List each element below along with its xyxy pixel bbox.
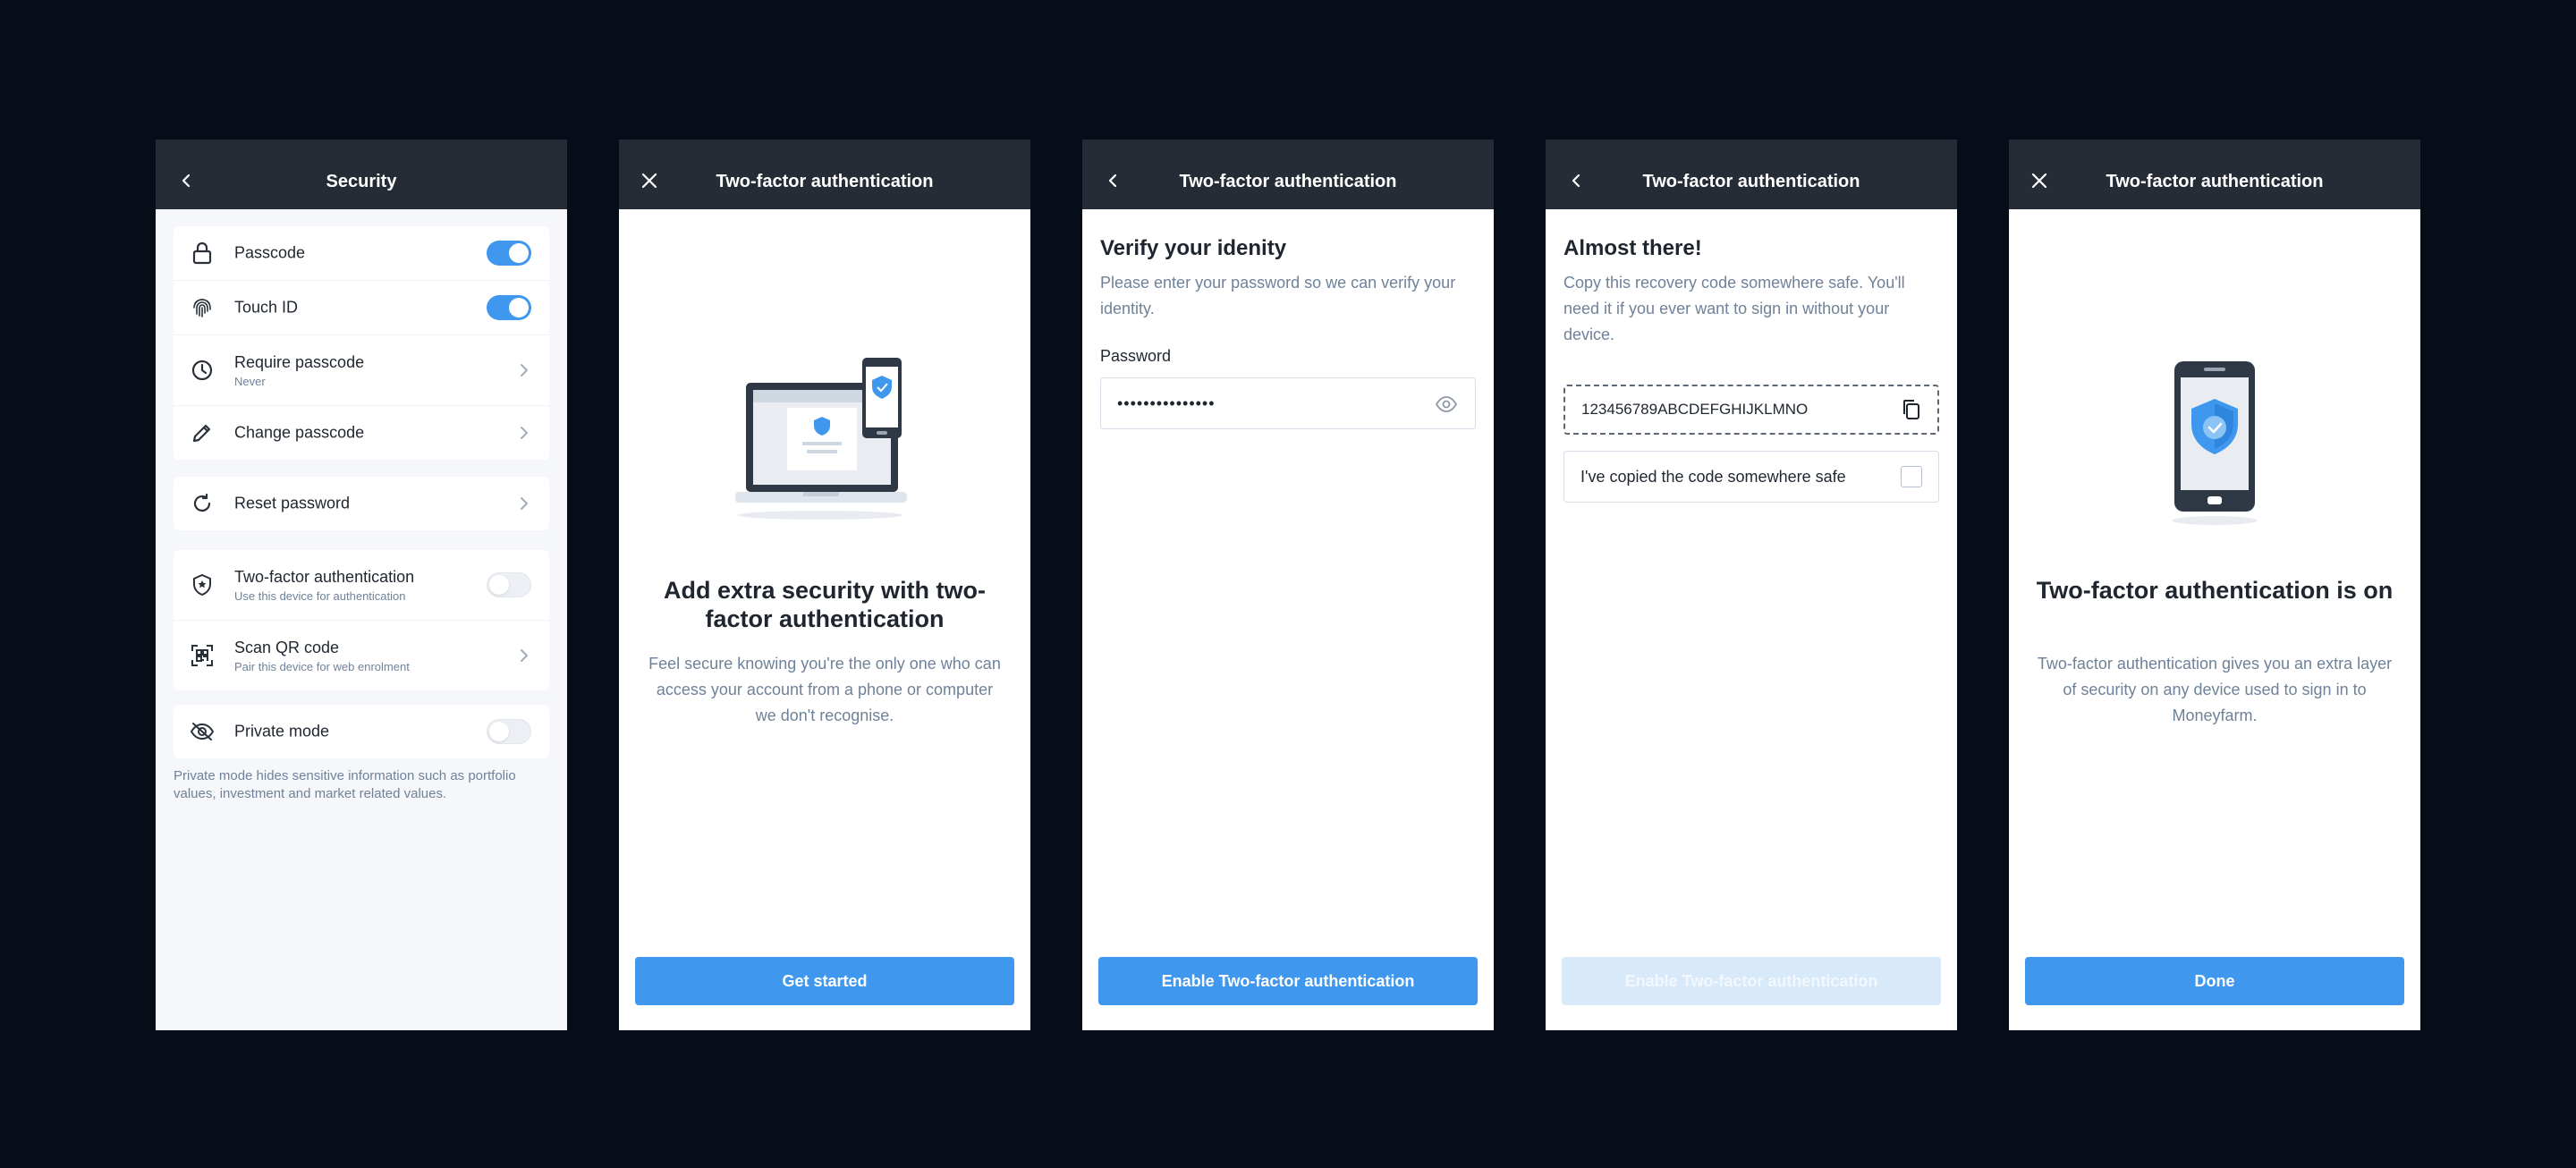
security-card-private: Private mode xyxy=(174,705,549,758)
two-factor-toggle[interactable] xyxy=(487,572,531,597)
success-heading: Two-factor authentication is on xyxy=(2036,577,2394,604)
page-title: Two-factor authentication xyxy=(716,172,934,191)
row-scan-qr[interactable]: Scan QR code Pair this device for web en… xyxy=(174,621,549,690)
row-sublabel: Pair this device for web enrolment xyxy=(234,660,410,673)
header: Two-factor authentication xyxy=(2009,140,2420,209)
page-title: Two-factor authentication xyxy=(1179,172,1397,191)
row-label: Reset password xyxy=(234,494,351,512)
row-require-passcode[interactable]: Require passcode Never xyxy=(174,335,549,406)
get-started-button[interactable]: Get started xyxy=(635,957,1014,1005)
enable-two-factor-button-disabled[interactable]: Enable Two-factor authentication xyxy=(1562,957,1941,1005)
intro-heading: Add extra security with two-factor authe… xyxy=(663,577,987,632)
row-passcode[interactable]: Passcode xyxy=(174,226,549,281)
clock-icon xyxy=(190,358,215,383)
header: Two-factor authentication xyxy=(1082,140,1494,209)
refresh-icon xyxy=(190,491,215,516)
row-two-factor[interactable]: Two-factor authentication Use this devic… xyxy=(174,550,549,621)
row-reset-password[interactable]: Reset password xyxy=(174,477,549,530)
intro-description: Feel secure knowing you're the only one … xyxy=(648,655,1001,724)
touch-id-toggle[interactable] xyxy=(487,295,531,320)
row-label: Passcode xyxy=(234,243,306,262)
qr-scan-icon xyxy=(190,643,215,668)
verify-identity-screen: Two-factor authentication Verify your id… xyxy=(1082,140,1494,1030)
copied-checkbox[interactable] xyxy=(1901,466,1922,487)
row-private-mode[interactable]: Private mode xyxy=(174,705,549,758)
verify-heading: Verify your idenity xyxy=(1100,236,1287,260)
row-label: Touch ID xyxy=(234,298,299,317)
recovery-code: 123456789ABCDEFGHIJKLMNO xyxy=(1581,401,1809,418)
chevron-right-icon xyxy=(521,364,528,377)
two-factor-on-screen: Two-factor authentication Two-factor aut… xyxy=(2009,140,2420,1030)
password-label: Password xyxy=(1100,347,1172,365)
page-title: Two-factor authentication xyxy=(1642,172,1860,191)
passcode-toggle[interactable] xyxy=(487,241,531,266)
fingerprint-icon xyxy=(190,295,215,320)
recovery-code-box[interactable]: 123456789ABCDEFGHIJKLMNO xyxy=(1563,385,1939,435)
row-label: Scan QR code xyxy=(234,639,340,656)
header: Security xyxy=(156,140,567,209)
checkbox-label: I've copied the code somewhere safe xyxy=(1580,468,1846,486)
security-card-2fa: Two-factor authentication Use this devic… xyxy=(174,550,549,690)
row-label: Change passcode xyxy=(234,423,365,442)
password-value: ••••••••••••••• xyxy=(1117,394,1216,412)
chevron-right-icon xyxy=(521,427,528,439)
copy-icon[interactable] xyxy=(1900,398,1923,421)
row-label: Private mode xyxy=(234,722,330,741)
recovery-description: Copy this recovery code somewhere safe. … xyxy=(1563,274,1905,343)
lock-icon xyxy=(190,241,215,266)
shield-icon xyxy=(190,572,215,597)
row-change-passcode[interactable]: Change passcode xyxy=(174,406,549,460)
laptop-shield-illustration xyxy=(735,358,907,520)
page-title: Two-factor authentication xyxy=(2106,172,2324,191)
row-label: Require passcode xyxy=(234,353,365,371)
copied-confirmation[interactable]: I've copied the code somewhere safe xyxy=(1563,451,1939,503)
row-sublabel: Never xyxy=(234,375,266,388)
two-factor-intro-screen: Two-factor authentication Add extra secu… xyxy=(619,140,1030,1030)
recovery-code-screen: Two-factor authentication Almost there! … xyxy=(1546,140,1957,1030)
password-field[interactable]: ••••••••••••••• xyxy=(1100,377,1476,429)
recovery-heading: Almost there! xyxy=(1563,236,1702,260)
header: Two-factor authentication xyxy=(1546,140,1957,209)
header: Two-factor authentication xyxy=(619,140,1030,209)
eye-off-icon xyxy=(190,719,215,744)
chevron-right-icon xyxy=(521,649,528,662)
verify-description: Please enter your password so we can ver… xyxy=(1100,274,1456,317)
chevron-right-icon xyxy=(521,497,528,510)
row-sublabel: Use this device for authentication xyxy=(234,589,406,603)
done-button[interactable]: Done xyxy=(2025,957,2404,1005)
security-card-reset: Reset password xyxy=(174,477,549,530)
pencil-icon xyxy=(190,420,215,445)
private-mode-note: Private mode hides sensitive information… xyxy=(174,768,516,801)
phone-shield-illustration xyxy=(2172,361,2258,525)
success-description: Two-factor authentication gives you an e… xyxy=(2037,655,2393,724)
row-touch-id[interactable]: Touch ID xyxy=(174,281,549,335)
security-card-main: Passcode Touch ID Require passcode Never… xyxy=(174,226,549,460)
security-screen: Security Passcode Touch ID Require passc… xyxy=(156,140,567,1030)
page-title: Security xyxy=(326,172,397,191)
private-mode-toggle[interactable] xyxy=(487,719,531,744)
eye-icon[interactable] xyxy=(1436,394,1457,414)
row-label: Two-factor authentication xyxy=(234,568,415,586)
enable-two-factor-button[interactable]: Enable Two-factor authentication xyxy=(1098,957,1478,1005)
